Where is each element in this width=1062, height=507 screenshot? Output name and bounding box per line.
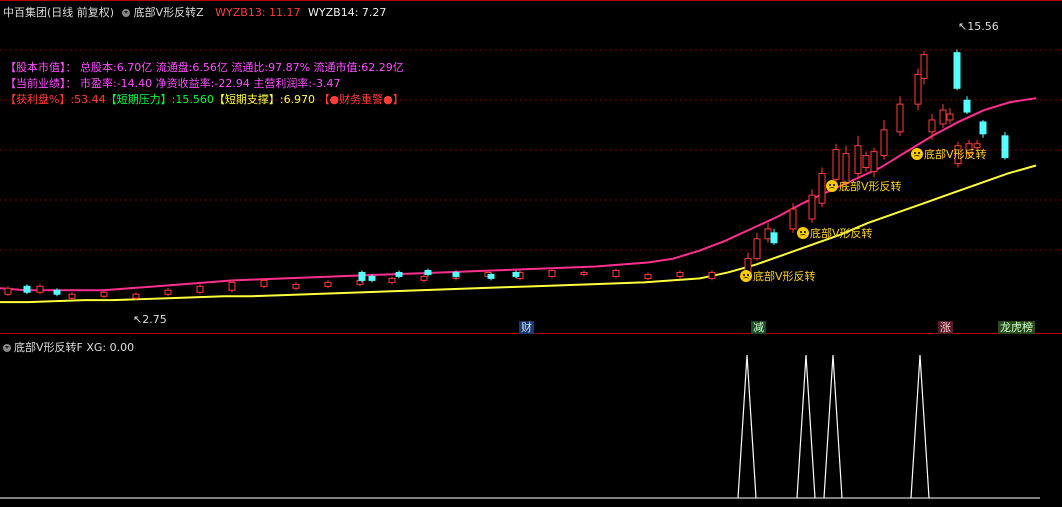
finance-line-levels: 【获利盘%】:53.44【短期压力】:15.560【短期支撑】:6.970 【●… <box>5 91 404 107</box>
candle-up-25 <box>764 222 772 243</box>
candle-up-39 <box>939 104 947 128</box>
signal-v-reversal-2: 底部V形反转 <box>797 225 873 241</box>
candle-up-5 <box>164 288 172 297</box>
signal-v-reversal-1: 底部V形反转 <box>740 268 816 284</box>
candle-up-2 <box>68 292 76 301</box>
sad-face-icon <box>797 227 809 239</box>
sad-face-icon <box>911 148 923 160</box>
candle-down-12 <box>979 119 987 138</box>
stock-name[interactable]: 中百集团(日线 前复权) <box>3 6 114 19</box>
wyzb13-value: WYZB13: 11.17 <box>215 6 301 19</box>
candle-down-11 <box>963 96 971 115</box>
sad-face-icon <box>740 270 752 282</box>
event-rise-badge[interactable]: 涨 <box>938 321 953 334</box>
xg-peak-3 <box>910 354 930 499</box>
finance-line-capital: 【股本市值】： 总股本:6.70亿 流通盘:6.56亿 流通比:97.87% 流… <box>5 61 404 74</box>
dropdown-circle-icon <box>3 344 11 352</box>
xg-peak-0 <box>737 354 757 499</box>
candle-up-12 <box>388 276 396 285</box>
candle-up-40 <box>946 108 954 124</box>
candle-up-7 <box>228 280 236 293</box>
candle-down-2 <box>358 270 366 283</box>
finance-warning: 【●财务重警●】 <box>318 93 404 106</box>
candle-up-28 <box>818 167 826 208</box>
xg-peak-1 <box>796 354 816 499</box>
candle-up-18 <box>580 270 588 277</box>
candle-down-4 <box>395 270 403 279</box>
low-price-label: ↖2.75 <box>133 313 167 326</box>
candle-up-21 <box>676 270 684 279</box>
candle-up-8 <box>260 278 268 289</box>
event-finance-badge[interactable]: 财 <box>519 321 534 334</box>
short-pressure: 【短期压力】:15.560 <box>105 93 214 106</box>
signal-v-reversal-3: 底部V形反转 <box>826 178 902 194</box>
indicator-name: 底部V形反转Z <box>133 6 204 19</box>
ma-short-path <box>0 97 1037 292</box>
candle-up-17 <box>548 268 556 279</box>
candle-up-3 <box>100 290 108 299</box>
candle-up-36 <box>914 68 922 111</box>
candle-up-13 <box>420 274 428 283</box>
sub-indicator-title: 底部V形反转F XG: 0.00 <box>14 341 135 354</box>
candle-up-10 <box>324 280 332 289</box>
sub-indicator-header[interactable]: 底部V形反转F XG: 0.00 <box>3 339 134 355</box>
candle-up-27 <box>808 189 816 223</box>
candle-up-9 <box>292 282 300 291</box>
candle-up-31 <box>854 135 862 180</box>
dropdown-circle-icon <box>121 9 130 17</box>
candle-down-9 <box>770 228 778 245</box>
wyzb14-value: WYZB14: 7.27 <box>308 6 387 19</box>
event-dragon-tiger-badge[interactable]: 龙虎榜 <box>998 321 1035 334</box>
candle-up-24 <box>753 232 761 261</box>
candle-up-33 <box>870 147 878 178</box>
event-reduce-badge[interactable]: 减 <box>751 321 766 334</box>
xg-peak-2 <box>823 354 843 499</box>
candle-up-0 <box>4 286 12 297</box>
sad-face-icon <box>826 180 838 192</box>
candle-up-35 <box>896 96 904 136</box>
candle-up-22 <box>708 270 716 281</box>
candle-down-0 <box>23 284 31 295</box>
grid-lines <box>0 0 1062 334</box>
sub-indicator-plot <box>0 354 1040 499</box>
candle-down-5 <box>424 268 432 277</box>
candle-up-34 <box>880 119 888 160</box>
high-price-label: ↖15.56 <box>958 20 999 33</box>
short-support: 【短期支撑】:6.970 <box>213 93 316 106</box>
candle-up-37 <box>920 50 928 85</box>
candle-down-13 <box>1001 131 1009 160</box>
candle-up-19 <box>612 268 620 279</box>
candle-up-6 <box>196 284 204 295</box>
profit-ratio: 【获利盘%】:53.44 <box>5 93 106 106</box>
chart-header: 中百集团(日线 前复权) 底部V形反转Z WYZB13: 11.17 WYZB1… <box>3 4 390 20</box>
candle-down-10 <box>953 49 961 91</box>
finance-line-performance: 【当前业绩】： 市盈率:-14.40 净资收益率:-22.94 主营利润率:-3… <box>5 77 341 90</box>
candle-up-20 <box>644 272 652 281</box>
candle-up-32 <box>862 151 870 172</box>
indicator-selector[interactable]: 底部V形反转Z <box>121 6 208 19</box>
signal-v-reversal-4: 底部V形反转 <box>911 146 987 162</box>
ma-short-line <box>0 97 1037 292</box>
candle-up-1 <box>36 284 44 295</box>
